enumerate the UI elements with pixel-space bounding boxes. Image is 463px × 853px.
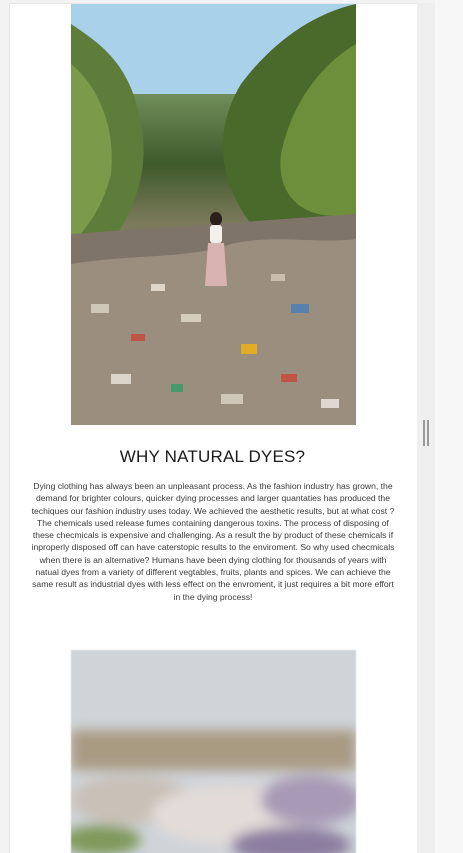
right-panel-edge <box>435 0 463 853</box>
blurred-textiles-illustration <box>71 650 356 853</box>
littered-path-illustration <box>71 4 356 425</box>
grip-vertical-icon[interactable] <box>422 420 430 446</box>
littered-path-photo <box>71 4 356 425</box>
blurred-textiles-photo <box>71 650 356 853</box>
viewport: WHY NATURAL DYES? Dying clothing has alw… <box>0 0 463 853</box>
article-paragraph: Dying clothing has always been an unplea… <box>31 481 395 602</box>
section-heading: WHY NATURAL DYES? <box>119 447 306 466</box>
